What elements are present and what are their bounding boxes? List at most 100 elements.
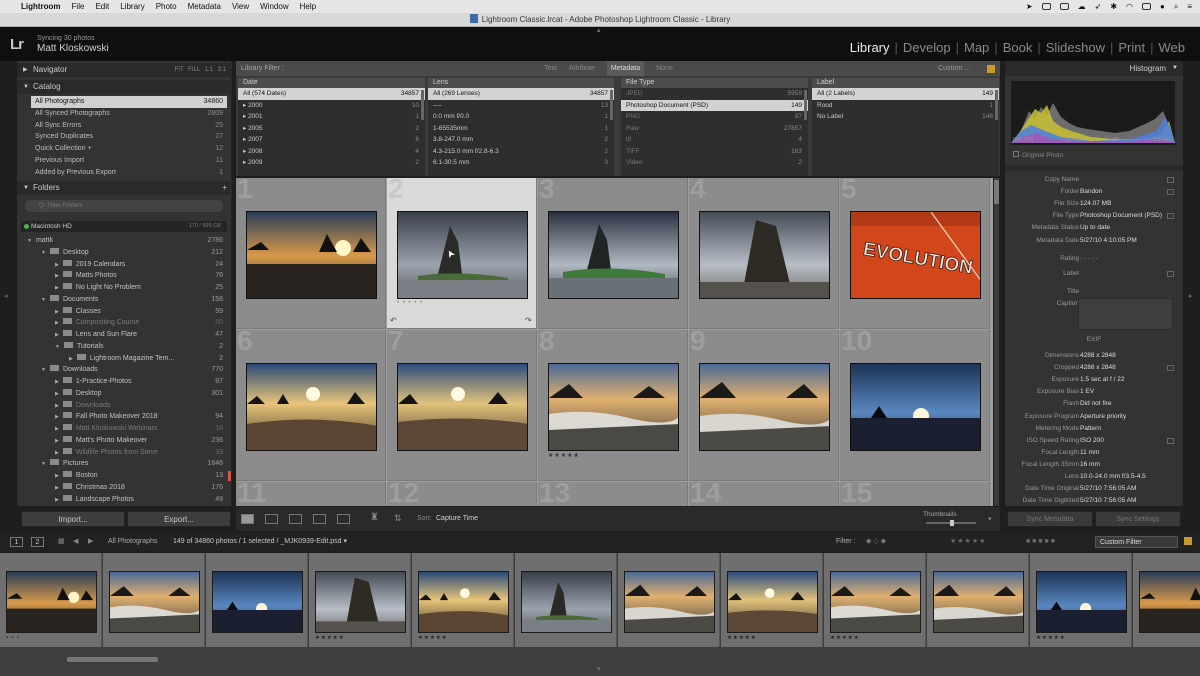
search-icon[interactable]: ⌕: [1174, 2, 1178, 12]
folder-item[interactable]: ▶ Classes: [55, 306, 101, 318]
filmstrip-rating[interactable]: • • •: [6, 635, 20, 641]
volume-macintosh-hd[interactable]: Macintosh HD 170 / 999 GB: [21, 221, 227, 232]
compare-view-button[interactable]: [289, 514, 302, 524]
filter-preset-select[interactable]: Custom ...: [938, 61, 970, 76]
filter-row[interactable]: Video 2: [621, 157, 808, 169]
filter-row[interactable]: No Label 148: [812, 111, 999, 123]
metadata-value[interactable]: 1 EV: [1080, 386, 1094, 398]
rating-stars[interactable]: • • • • •: [397, 300, 423, 306]
filmstrip-thumbnail[interactable]: [521, 571, 612, 633]
filmstrip-cell[interactable]: [103, 553, 205, 647]
metadata-value[interactable]: 5/27/10 4:10:05 PM: [1080, 235, 1137, 247]
tab-text[interactable]: Text: [544, 61, 557, 76]
menu-app[interactable]: Lightroom: [21, 2, 61, 11]
camera-icon[interactable]: [1059, 3, 1069, 10]
metadata-value[interactable]: 5/27/10 7:56:05 AM: [1080, 483, 1136, 495]
navigator-zoom-options[interactable]: FIT FILL 1:1 3:1: [175, 63, 226, 77]
folder-item[interactable]: ▶ No Light No Problem: [55, 282, 141, 294]
metadata-value[interactable]: · · · · ·: [1080, 253, 1098, 265]
metadata-action-icon[interactable]: [1167, 189, 1174, 196]
filmstrip-source[interactable]: All Photographs: [108, 533, 157, 551]
module-develop[interactable]: Develop: [898, 40, 956, 55]
filmstrip-count[interactable]: 149 of 34860 photos / 1 selected / _MJK0…: [173, 533, 347, 551]
filter-row[interactable]: ▸ 2007 6: [238, 134, 425, 146]
rotate-right-icon[interactable]: ↷: [525, 316, 532, 325]
filmstrip-cell[interactable]: [206, 553, 308, 647]
screen-icon[interactable]: [1041, 3, 1051, 10]
back-arrow-icon[interactable]: ◀: [73, 533, 78, 551]
grid-icon[interactable]: ▦: [58, 533, 65, 551]
menu-help[interactable]: Help: [300, 2, 316, 11]
catalog-item[interactable]: Previous Import 11: [31, 155, 227, 167]
catalog-item[interactable]: All Synced Photographs 2809: [31, 108, 227, 120]
folder-triangle-icon[interactable]: ▶: [55, 309, 59, 315]
sync-status[interactable]: Syncing 30 photos: [37, 35, 95, 42]
metadata-action-icon[interactable]: [1167, 177, 1174, 183]
custom-filter-select[interactable]: Custom Filter: [1095, 536, 1178, 548]
original-photo-toggle[interactable]: Original Photo: [1013, 151, 1063, 159]
survey-view-button[interactable]: [313, 514, 326, 524]
photo-thumbnail[interactable]: [397, 363, 528, 451]
grid-scroll-thumb[interactable]: [994, 180, 999, 204]
grid-cell[interactable]: 4: [689, 178, 839, 329]
menu-edit[interactable]: Edit: [95, 2, 109, 11]
filter-row[interactable]: Raw 27857: [621, 123, 808, 135]
histogram-graph[interactable]: [1011, 81, 1175, 145]
folder-item[interactable]: ▶ 1-Practice-Photos: [55, 376, 132, 388]
folder-triangle-icon[interactable]: ▶: [55, 285, 59, 291]
display-icon[interactable]: [1142, 3, 1151, 10]
filmstrip-cell[interactable]: [515, 553, 617, 647]
filmstrip-thumbnail[interactable]: [109, 571, 200, 633]
filter-column-header[interactable]: File Type: [621, 78, 808, 88]
folder-item[interactable]: ▶ Compositing Course: [55, 317, 139, 329]
filmstrip-thumbnail[interactable]: [1139, 571, 1200, 633]
folder-triangle-icon[interactable]: ▶: [55, 426, 59, 432]
folder-item[interactable]: ▶ Matts Photos: [55, 270, 117, 282]
filter-row[interactable]: All (574 Dates) 34857: [238, 88, 425, 100]
folder-triangle-icon[interactable]: ▶: [55, 414, 59, 420]
photo-thumbnail[interactable]: [548, 211, 679, 299]
right-panel-toggle-icon[interactable]: ▸: [1189, 292, 1193, 300]
grid-scrollbar[interactable]: [994, 178, 999, 506]
loupe-view-button[interactable]: [265, 514, 278, 524]
add-folder-icon[interactable]: +: [222, 181, 227, 195]
rating-filter[interactable]: ★★★★★: [950, 533, 986, 551]
catalog-item[interactable]: Added by Previous Export 1: [31, 167, 227, 179]
location-icon[interactable]: ➶: [1095, 2, 1102, 11]
filmstrip-rating[interactable]: ★★★★★: [727, 635, 757, 641]
metadata-value[interactable]: ISO 200: [1080, 435, 1104, 447]
folder-triangle-icon[interactable]: ▼: [41, 250, 46, 256]
folder-item[interactable]: ▶ Lens and Sun Flare: [55, 329, 137, 341]
forward-arrow-icon[interactable]: ▶: [88, 533, 93, 551]
filmstrip-cell[interactable]: ★★★★★: [309, 553, 411, 647]
filmstrip-rating[interactable]: ★★★★★: [830, 635, 860, 641]
grid-cell[interactable]: 6: [236, 330, 386, 481]
folder-triangle-icon[interactable]: ▼: [55, 344, 60, 350]
grid-cell[interactable]: 15: [840, 482, 990, 506]
folder-item[interactable]: ▶ Fall Photo Makeover 2018: [55, 411, 158, 423]
folder-triangle-icon[interactable]: ▶: [55, 485, 59, 491]
filter-column-header[interactable]: Lens: [428, 78, 614, 88]
caption-field[interactable]: [1078, 297, 1173, 330]
metadata-value[interactable]: 16 mm: [1080, 459, 1100, 471]
menu-library[interactable]: Library: [120, 2, 144, 11]
filmstrip-thumbnail[interactable]: [6, 571, 97, 633]
filmstrip-cell[interactable]: ★★★★★: [412, 553, 514, 647]
catalog-item[interactable]: Synced Duplicates 27: [31, 131, 227, 143]
folder-item[interactable]: ▶ Downloads: [55, 400, 111, 412]
filmstrip-thumbnail[interactable]: [315, 571, 406, 633]
filter-row[interactable]: JPEG 5959: [621, 88, 808, 100]
filter-column-scrollbar[interactable]: [804, 90, 807, 120]
catalog-item[interactable]: All Photographs 34860: [31, 96, 227, 108]
photo-thumbnail[interactable]: EVOLUTION: [850, 211, 981, 299]
filmstrip-thumbnail[interactable]: [933, 571, 1024, 633]
folder-item[interactable]: ▼ mattk: [27, 235, 53, 247]
grid-cell[interactable]: 11: [236, 482, 386, 506]
grid-cell[interactable]: 14: [689, 482, 839, 506]
folder-item[interactable]: ▶ Boston: [55, 470, 98, 482]
grid-cell[interactable]: 2 • • • • • ↶ ↷ ➤: [387, 178, 537, 329]
toolbar-options-icon[interactable]: ▾: [988, 515, 992, 523]
filmstrip-cell[interactable]: ★★★★★: [721, 553, 823, 647]
folder-item[interactable]: ▶ Wildlife Photos from Steve: [55, 447, 158, 459]
folder-triangle-icon[interactable]: ▼: [41, 297, 46, 303]
